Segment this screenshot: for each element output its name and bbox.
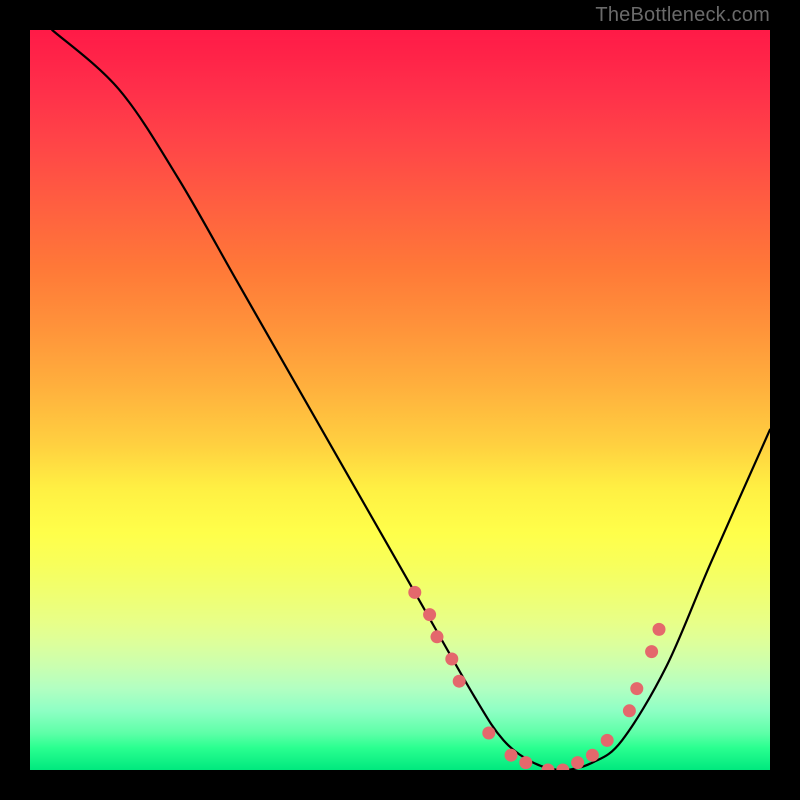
marker-dot [423,608,436,621]
plot-area [30,30,770,770]
marker-group [408,586,665,770]
marker-dot [408,586,421,599]
marker-dot [556,764,569,771]
marker-dot [505,749,518,762]
marker-dot [542,764,555,771]
marker-dot [571,756,584,769]
watermark-text: TheBottleneck.com [595,4,770,27]
curve-layer [30,30,770,770]
marker-dot [482,727,495,740]
marker-dot [431,630,444,643]
marker-dot [653,623,666,636]
marker-dot [601,734,614,747]
chart-frame: TheBottleneck.com [0,0,800,800]
marker-dot [453,675,466,688]
marker-dot [645,645,658,658]
marker-dot [519,756,532,769]
marker-dot [445,653,458,666]
marker-dot [623,704,636,717]
marker-dot [630,682,643,695]
bottleneck-curve [52,30,770,770]
marker-dot [586,749,599,762]
